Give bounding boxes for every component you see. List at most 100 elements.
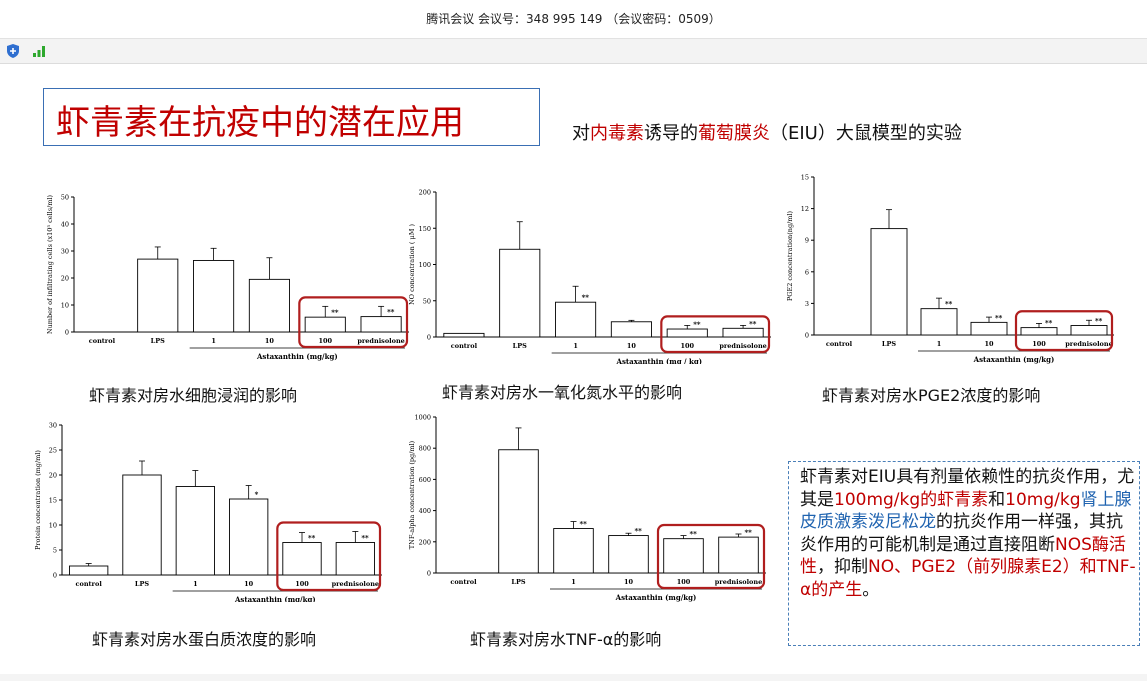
y-tick-label: 5	[53, 547, 57, 555]
note-highlight: 100mg/kg的虾青素	[834, 489, 989, 510]
x-tick-label: LPS	[135, 580, 149, 588]
y-axis-label: Number of infiltrating cells (x10⁵ cells…	[46, 194, 54, 334]
significance-label: **	[582, 293, 590, 302]
bar	[663, 538, 704, 574]
y-tick-label: 1000	[414, 414, 431, 422]
subtitle-part: 对	[572, 123, 590, 144]
subtitle-part: 诱导的	[644, 123, 698, 144]
y-tick-label: 30	[49, 422, 57, 430]
chart-tnf-alpha: 0 200 400 600 800 1000 TNF-alpha concentration…	[408, 414, 766, 602]
caption-pge2: 虾青素对房水PGE2浓度的影响	[822, 386, 1041, 405]
bar	[282, 542, 322, 576]
x-tick-label: prednisolone	[715, 578, 763, 586]
y-tick-label: 800	[419, 445, 431, 453]
x-tick-label: control	[826, 340, 853, 348]
slide-bottom-strip	[0, 674, 1147, 681]
significance-label: **	[690, 530, 698, 539]
bar	[248, 278, 290, 333]
y-tick-label: 6	[805, 268, 809, 276]
y-tick-label: 15	[49, 497, 57, 505]
y-tick-label: 150	[419, 225, 431, 233]
significance-label: **	[1095, 317, 1103, 326]
y-tick-label: 12	[801, 205, 809, 213]
y-tick-label: 100	[419, 261, 431, 269]
x-tick-label: prednisolone	[719, 342, 767, 350]
y-tick-label: 40	[61, 221, 69, 229]
y-axis-label: Protein concentration (mg/ml)	[34, 450, 42, 550]
x-tick-label: LPS	[511, 578, 525, 586]
meeting-info-bar: 腾讯会议 会议号：348 995 149 （会议密码：0509）	[0, 0, 1147, 39]
bar	[718, 536, 759, 574]
x-tick-label: 10	[627, 342, 637, 350]
significance-label: *	[255, 490, 259, 499]
bar	[499, 248, 541, 338]
y-axis-label: TNF-alpha concentration (pg/ml)	[408, 440, 416, 549]
significance-label: **	[308, 534, 316, 543]
note-text: 。	[862, 579, 880, 600]
x-axis-label: Astaxanthin (mg/kg)	[256, 352, 338, 361]
chart-cell-infiltration: 0 10 20 30 40 50 Number of infiltrating cells …	[46, 194, 409, 361]
x-axis-label: Astaxanthin (mg/kg)	[234, 595, 316, 602]
significance-label: **	[580, 520, 588, 529]
x-tick-label: control	[451, 342, 478, 350]
bar	[137, 258, 179, 333]
significance-label: **	[945, 300, 953, 309]
x-tick-label: 100	[680, 342, 694, 350]
significance-label: **	[635, 527, 643, 536]
chart-protein-concentration: 0 5 10 15 20 25 30 Protein concentration (mg/ml…	[34, 422, 382, 602]
conclusion-box: 虾青素对EIU具有剂量依赖性的抗炎作用，尤其是100mg/kg的虾青素和10mg…	[788, 461, 1140, 646]
bar	[722, 327, 764, 338]
y-tick-label: 3	[805, 300, 809, 308]
y-tick-label: 10	[61, 302, 69, 310]
conclusion-text: 虾青素对EIU具有剂量依赖性的抗炎作用，尤其是100mg/kg的虾青素和10mg…	[800, 466, 1138, 601]
y-tick-label: 20	[49, 472, 57, 480]
y-tick-label: 9	[805, 237, 809, 245]
signal-bars-icon[interactable]	[31, 43, 47, 59]
significance-label: **	[361, 534, 369, 543]
caption-cell-infiltration: 虾青素对房水细胞浸润的影响	[89, 386, 298, 405]
y-axis-label: NO concentration ( μM )	[408, 224, 416, 305]
y-tick-label: 0	[427, 334, 431, 342]
y-tick-label: 0	[53, 572, 57, 580]
y-tick-label: 20	[61, 275, 69, 283]
bar	[555, 301, 597, 338]
meeting-toolbar	[0, 39, 1147, 64]
x-tick-label: 10	[984, 340, 994, 348]
y-tick-label: 50	[61, 194, 69, 202]
significance-label: **	[995, 313, 1003, 322]
y-tick-label: 400	[419, 507, 431, 515]
bar	[69, 565, 109, 576]
x-tick-label: prednisolone	[332, 580, 380, 588]
slide-canvas: 虾青素在抗疫中的潜在应用 对内毒素诱导的葡萄膜炎（EIU）大鼠模型的实验 0 10…	[0, 64, 1147, 681]
x-tick-label: 1	[573, 342, 578, 350]
x-tick-label: control	[76, 580, 103, 588]
x-tick-label: 1	[937, 340, 942, 348]
significance-label: **	[693, 320, 701, 329]
y-tick-label: 600	[419, 476, 431, 484]
significance-label: **	[749, 319, 757, 328]
bar	[610, 321, 652, 338]
x-tick-label: control	[450, 578, 477, 586]
bar	[608, 535, 649, 574]
shield-icon[interactable]	[5, 43, 21, 59]
x-tick-label: 1	[211, 337, 216, 345]
bar	[443, 332, 485, 338]
bar	[1020, 327, 1058, 336]
chart-no-concentration: 0 50 100 150 200 NO concentration ( μM ) contr…	[408, 189, 771, 364]
bar	[1070, 325, 1108, 336]
note-text: 和	[988, 489, 1006, 510]
y-tick-label: 0	[427, 570, 431, 578]
bar	[970, 321, 1008, 336]
x-axis-label: Astaxanthin (mg / kg)	[616, 357, 703, 364]
caption-tnf-alpha: 虾青素对房水TNF-α的影响	[470, 630, 662, 649]
slide-title-box: 虾青素在抗疫中的潜在应用	[43, 88, 540, 146]
bar	[870, 228, 908, 336]
bar	[193, 259, 235, 333]
note-text: ，抑制	[817, 557, 868, 577]
y-axis-label: PGE2 concentration(ng/ml)	[786, 210, 794, 301]
x-tick-label: 1	[571, 578, 576, 586]
significance-label: **	[387, 308, 395, 317]
x-tick-label: control	[89, 337, 116, 345]
x-tick-label: 1	[193, 580, 198, 588]
significance-label: **	[331, 308, 339, 317]
